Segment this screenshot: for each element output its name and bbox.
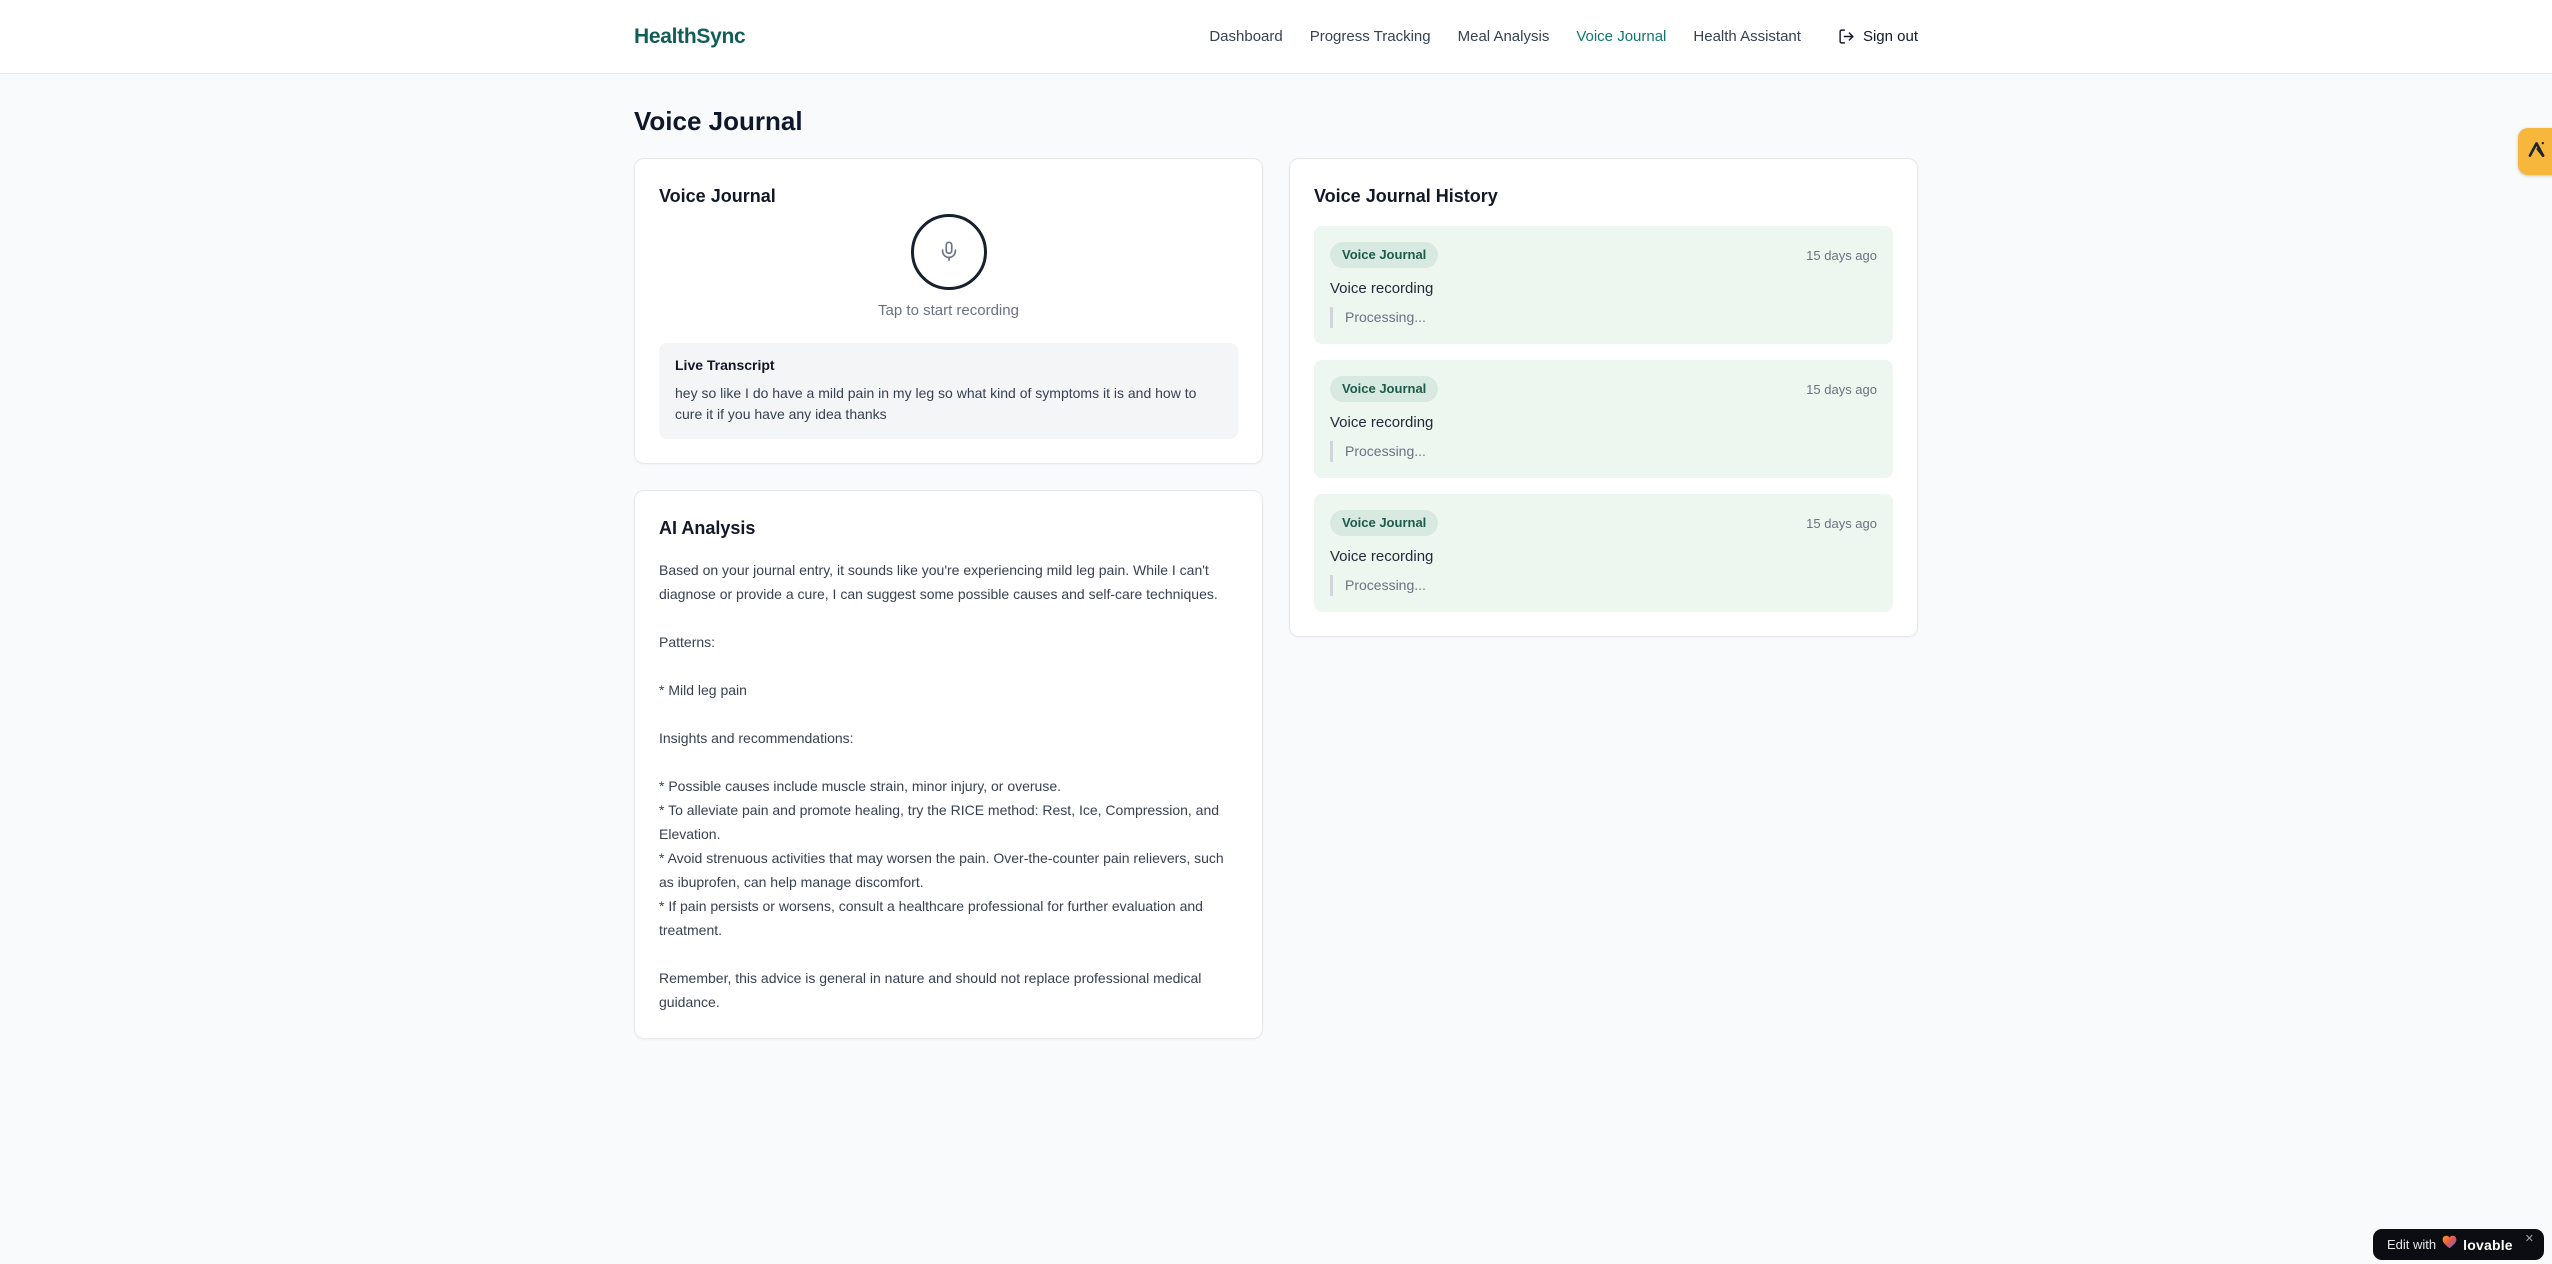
page-content: Voice Journal Voice Journal Tap to start… — [634, 105, 1918, 1099]
ai-analysis-card: AI Analysis Based on your journal entry,… — [634, 490, 1263, 1039]
entry-processing-status: Processing... — [1330, 307, 1877, 328]
page-title: Voice Journal — [634, 106, 803, 136]
sign-out-label: Sign out — [1862, 28, 1918, 45]
record-button[interactable] — [910, 214, 987, 290]
sign-out-button[interactable]: Sign out — [1838, 28, 1918, 45]
entry-type-badge: Voice Journal — [1330, 242, 1439, 268]
ai-analysis-body: Based on your journal entry, it sounds l… — [659, 562, 1224, 1010]
logout-icon — [1838, 28, 1855, 45]
heart-icon — [2442, 1235, 2457, 1254]
edit-with-lovable-button[interactable]: Edit with lovable ✕ — [2372, 1229, 2544, 1260]
voice-recorder-card: Voice Journal Tap to start recording Liv… — [634, 158, 1263, 464]
entry-type-badge: Voice Journal — [1330, 376, 1439, 402]
entry-body-text: Voice recording — [1330, 548, 1434, 565]
live-transcript-text: hey so like I do have a mild pain in my … — [675, 385, 1197, 422]
history-entry: Voice Journal 15 days ago Voice recordin… — [1314, 226, 1893, 344]
lambda-logo-icon — [2526, 139, 2547, 165]
microphone-icon — [938, 240, 960, 265]
edit-with-label: Edit with — [2386, 1237, 2437, 1252]
main-nav: Dashboard Progress Tracking Meal Analysi… — [1209, 28, 1918, 45]
entry-type-badge: Voice Journal — [1330, 510, 1439, 536]
live-transcript-title: Live Transcript — [675, 357, 775, 373]
entry-timestamp: 15 days ago — [1806, 381, 1877, 397]
top-navbar: HealthSync Dashboard Progress Tracking M… — [0, 0, 2552, 74]
entry-processing-status: Processing... — [1330, 441, 1877, 462]
nav-item-dashboard[interactable]: Dashboard — [1209, 28, 1282, 45]
ai-analysis-title: AI Analysis — [659, 518, 756, 538]
history-card-title: Voice Journal History — [1314, 186, 1498, 206]
nav-item-voice-journal[interactable]: Voice Journal — [1576, 28, 1666, 45]
lovable-brand-label: lovable — [2463, 1236, 2513, 1253]
entry-body-text: Voice recording — [1330, 280, 1434, 297]
entry-processing-status: Processing... — [1330, 575, 1877, 596]
nav-item-progress-tracking[interactable]: Progress Tracking — [1310, 28, 1431, 45]
brand-logo[interactable]: HealthSync — [634, 25, 746, 49]
nav-item-health-assistant[interactable]: Health Assistant — [1693, 28, 1801, 45]
voice-journal-history-card: Voice Journal History Voice Journal 15 d… — [1289, 158, 1918, 637]
recorder-card-title: Voice Journal — [659, 186, 776, 206]
live-transcript-box: Live Transcript hey so like I do have a … — [659, 343, 1238, 439]
edge-extension-badge[interactable] — [2518, 128, 2552, 175]
tap-to-record-hint: Tap to start recording — [878, 302, 1019, 319]
history-entry: Voice Journal 15 days ago Voice recordin… — [1314, 360, 1893, 478]
entry-timestamp: 15 days ago — [1806, 515, 1877, 531]
nav-item-meal-analysis[interactable]: Meal Analysis — [1458, 28, 1550, 45]
close-icon[interactable]: ✕ — [2525, 1232, 2534, 1245]
history-entry: Voice Journal 15 days ago Voice recordin… — [1314, 494, 1893, 612]
entry-body-text: Voice recording — [1330, 414, 1434, 431]
entry-timestamp: 15 days ago — [1806, 247, 1877, 263]
